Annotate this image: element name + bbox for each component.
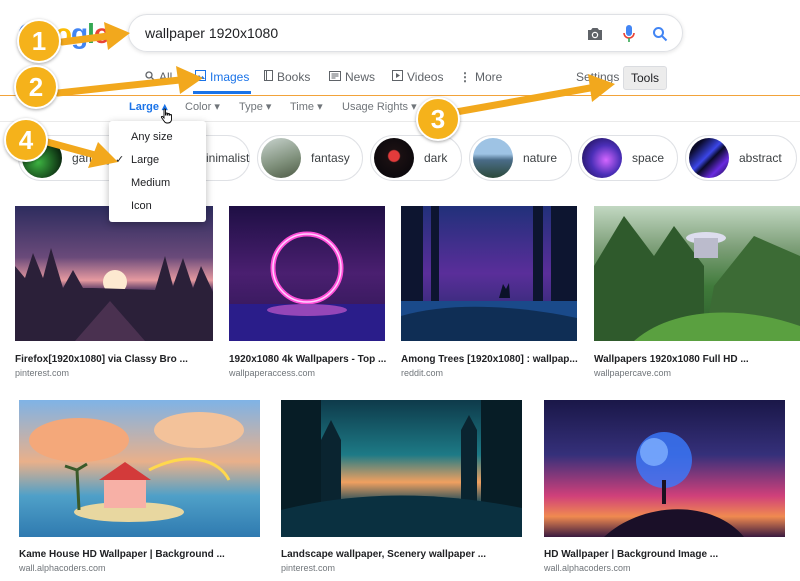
tab-news[interactable]: News bbox=[329, 70, 375, 84]
settings-link[interactable]: Settings bbox=[576, 70, 619, 84]
microphone-icon[interactable] bbox=[618, 23, 640, 45]
caret-down-icon: ▾ bbox=[317, 101, 323, 113]
usage-rights-filter[interactable]: Usage Rights ▾ bbox=[342, 100, 417, 113]
play-icon bbox=[392, 70, 403, 84]
result-source: wallpapercave.com bbox=[594, 368, 672, 378]
step-badge-4: 4 bbox=[4, 118, 48, 162]
chip-thumbnail bbox=[261, 138, 301, 178]
filter-label: Time bbox=[290, 101, 315, 113]
search-input[interactable]: wallpaper 1920x1080 bbox=[145, 25, 278, 41]
menu-item-icon[interactable]: Icon bbox=[131, 200, 152, 212]
kebab-icon: ⋮ bbox=[459, 70, 471, 84]
tab-label: More bbox=[475, 70, 503, 84]
result-source: wall.alphacoders.com bbox=[544, 563, 631, 573]
chip-label: abstract bbox=[739, 151, 782, 165]
search-icon bbox=[145, 70, 155, 84]
search-box[interactable]: wallpaper 1920x1080 bbox=[128, 14, 683, 52]
menu-item-any-size[interactable]: Any size bbox=[131, 131, 173, 143]
chip-thumbnail bbox=[473, 138, 513, 178]
logo-letter: e bbox=[93, 18, 110, 49]
result-thumbnail bbox=[401, 206, 577, 341]
result-title: HD Wallpaper | Background Image ... bbox=[544, 549, 719, 560]
tab-books[interactable]: Books bbox=[264, 70, 310, 84]
chip-fantasy[interactable]: fantasy bbox=[257, 135, 363, 181]
news-icon bbox=[329, 70, 341, 84]
result-thumbnail bbox=[19, 400, 260, 537]
filter-label: Type bbox=[239, 101, 263, 113]
result-source: wallpaperaccess.com bbox=[229, 368, 316, 378]
result-source: pinterest.com bbox=[15, 368, 70, 378]
google-images-page: Google wallpaper 1920x1080 All Images Bo… bbox=[0, 0, 800, 581]
search-tabs: All Images Books News Videos ⋮ More Sett… bbox=[0, 62, 800, 96]
result-source: pinterest.com bbox=[281, 563, 336, 573]
type-filter[interactable]: Type ▾ bbox=[239, 100, 271, 113]
result-title: Wallpapers 1920x1080 Full HD ... bbox=[594, 354, 749, 365]
result-source: reddit.com bbox=[401, 368, 444, 378]
result-thumbnail bbox=[594, 206, 800, 341]
result-thumbnail bbox=[15, 206, 213, 341]
search-icon[interactable] bbox=[649, 23, 671, 45]
chip-thumbnail bbox=[374, 138, 414, 178]
settings-label: Settings bbox=[576, 70, 620, 84]
result-thumbnail bbox=[281, 400, 522, 537]
color-filter[interactable]: Color ▾ bbox=[185, 100, 220, 113]
hand-cursor-icon bbox=[160, 108, 174, 129]
chip-space[interactable]: space bbox=[578, 135, 678, 181]
filter-label: Color bbox=[185, 101, 212, 113]
result-title: Kame House HD Wallpaper | Background ... bbox=[19, 549, 225, 560]
time-filter[interactable]: Time ▾ bbox=[290, 100, 323, 113]
result-title: 1920x1080 4k Wallpapers - Top ... bbox=[229, 354, 387, 365]
result-title: Landscape wallpaper, Scenery wallpaper .… bbox=[281, 549, 487, 560]
tools-button[interactable]: Tools bbox=[623, 66, 667, 90]
tab-all[interactable]: All bbox=[145, 70, 172, 84]
checkmark-icon: ✓ bbox=[115, 154, 125, 166]
chip-label: fantasy bbox=[311, 151, 350, 165]
filter-label: Usage Rights bbox=[342, 101, 409, 113]
chip-dark[interactable]: dark bbox=[370, 135, 462, 181]
logo-letter: g bbox=[71, 18, 88, 49]
book-icon bbox=[264, 70, 273, 84]
tab-more[interactable]: ⋮ More bbox=[459, 70, 502, 84]
tab-images[interactable]: Images bbox=[192, 70, 252, 94]
step-badge-1: 1 bbox=[17, 19, 61, 63]
tab-label: Videos bbox=[407, 70, 444, 84]
size-dropdown-menu: Any size ✓ Large Medium Icon bbox=[109, 121, 206, 222]
chip-nature[interactable]: nature bbox=[469, 135, 572, 181]
result-title: Among Trees [1920x1080] : wallpap... bbox=[401, 354, 578, 365]
result-thumbnail bbox=[229, 206, 385, 341]
chip-label: gaming bbox=[72, 151, 112, 165]
chip-label: dark bbox=[424, 151, 448, 165]
menu-item-medium[interactable]: Medium bbox=[131, 177, 170, 189]
tab-label: News bbox=[345, 70, 376, 84]
chip-abstract[interactable]: abstract bbox=[685, 135, 797, 181]
caret-down-icon: ▾ bbox=[411, 101, 417, 113]
search-tools-bar: Large ▴ Color ▾ Type ▾ Time ▾ Usage Righ… bbox=[0, 96, 800, 118]
tab-label: All bbox=[159, 70, 173, 84]
chip-thumbnail bbox=[582, 138, 622, 178]
camera-icon[interactable] bbox=[584, 23, 606, 45]
tab-label: Books bbox=[277, 70, 311, 84]
chip-thumbnail bbox=[689, 138, 729, 178]
result-title: Firefox[1920x1080] via Classy Bro ... bbox=[15, 354, 188, 365]
caret-down-icon: ▾ bbox=[214, 101, 220, 113]
caret-down-icon: ▾ bbox=[265, 101, 272, 113]
tab-label: Images bbox=[210, 70, 250, 84]
chip-label: nature bbox=[523, 151, 558, 165]
chip-label: space bbox=[632, 151, 665, 165]
logo-letter: l bbox=[87, 18, 95, 49]
tab-videos[interactable]: Videos bbox=[392, 70, 443, 84]
step-badge-2: 2 bbox=[14, 65, 58, 109]
image-icon bbox=[195, 70, 206, 84]
result-thumbnail bbox=[544, 400, 785, 537]
step-badge-3: 3 bbox=[416, 97, 460, 141]
menu-item-large[interactable]: Large bbox=[131, 154, 159, 166]
result-source: wall.alphacoders.com bbox=[19, 563, 106, 573]
filter-label: Large bbox=[129, 101, 159, 113]
